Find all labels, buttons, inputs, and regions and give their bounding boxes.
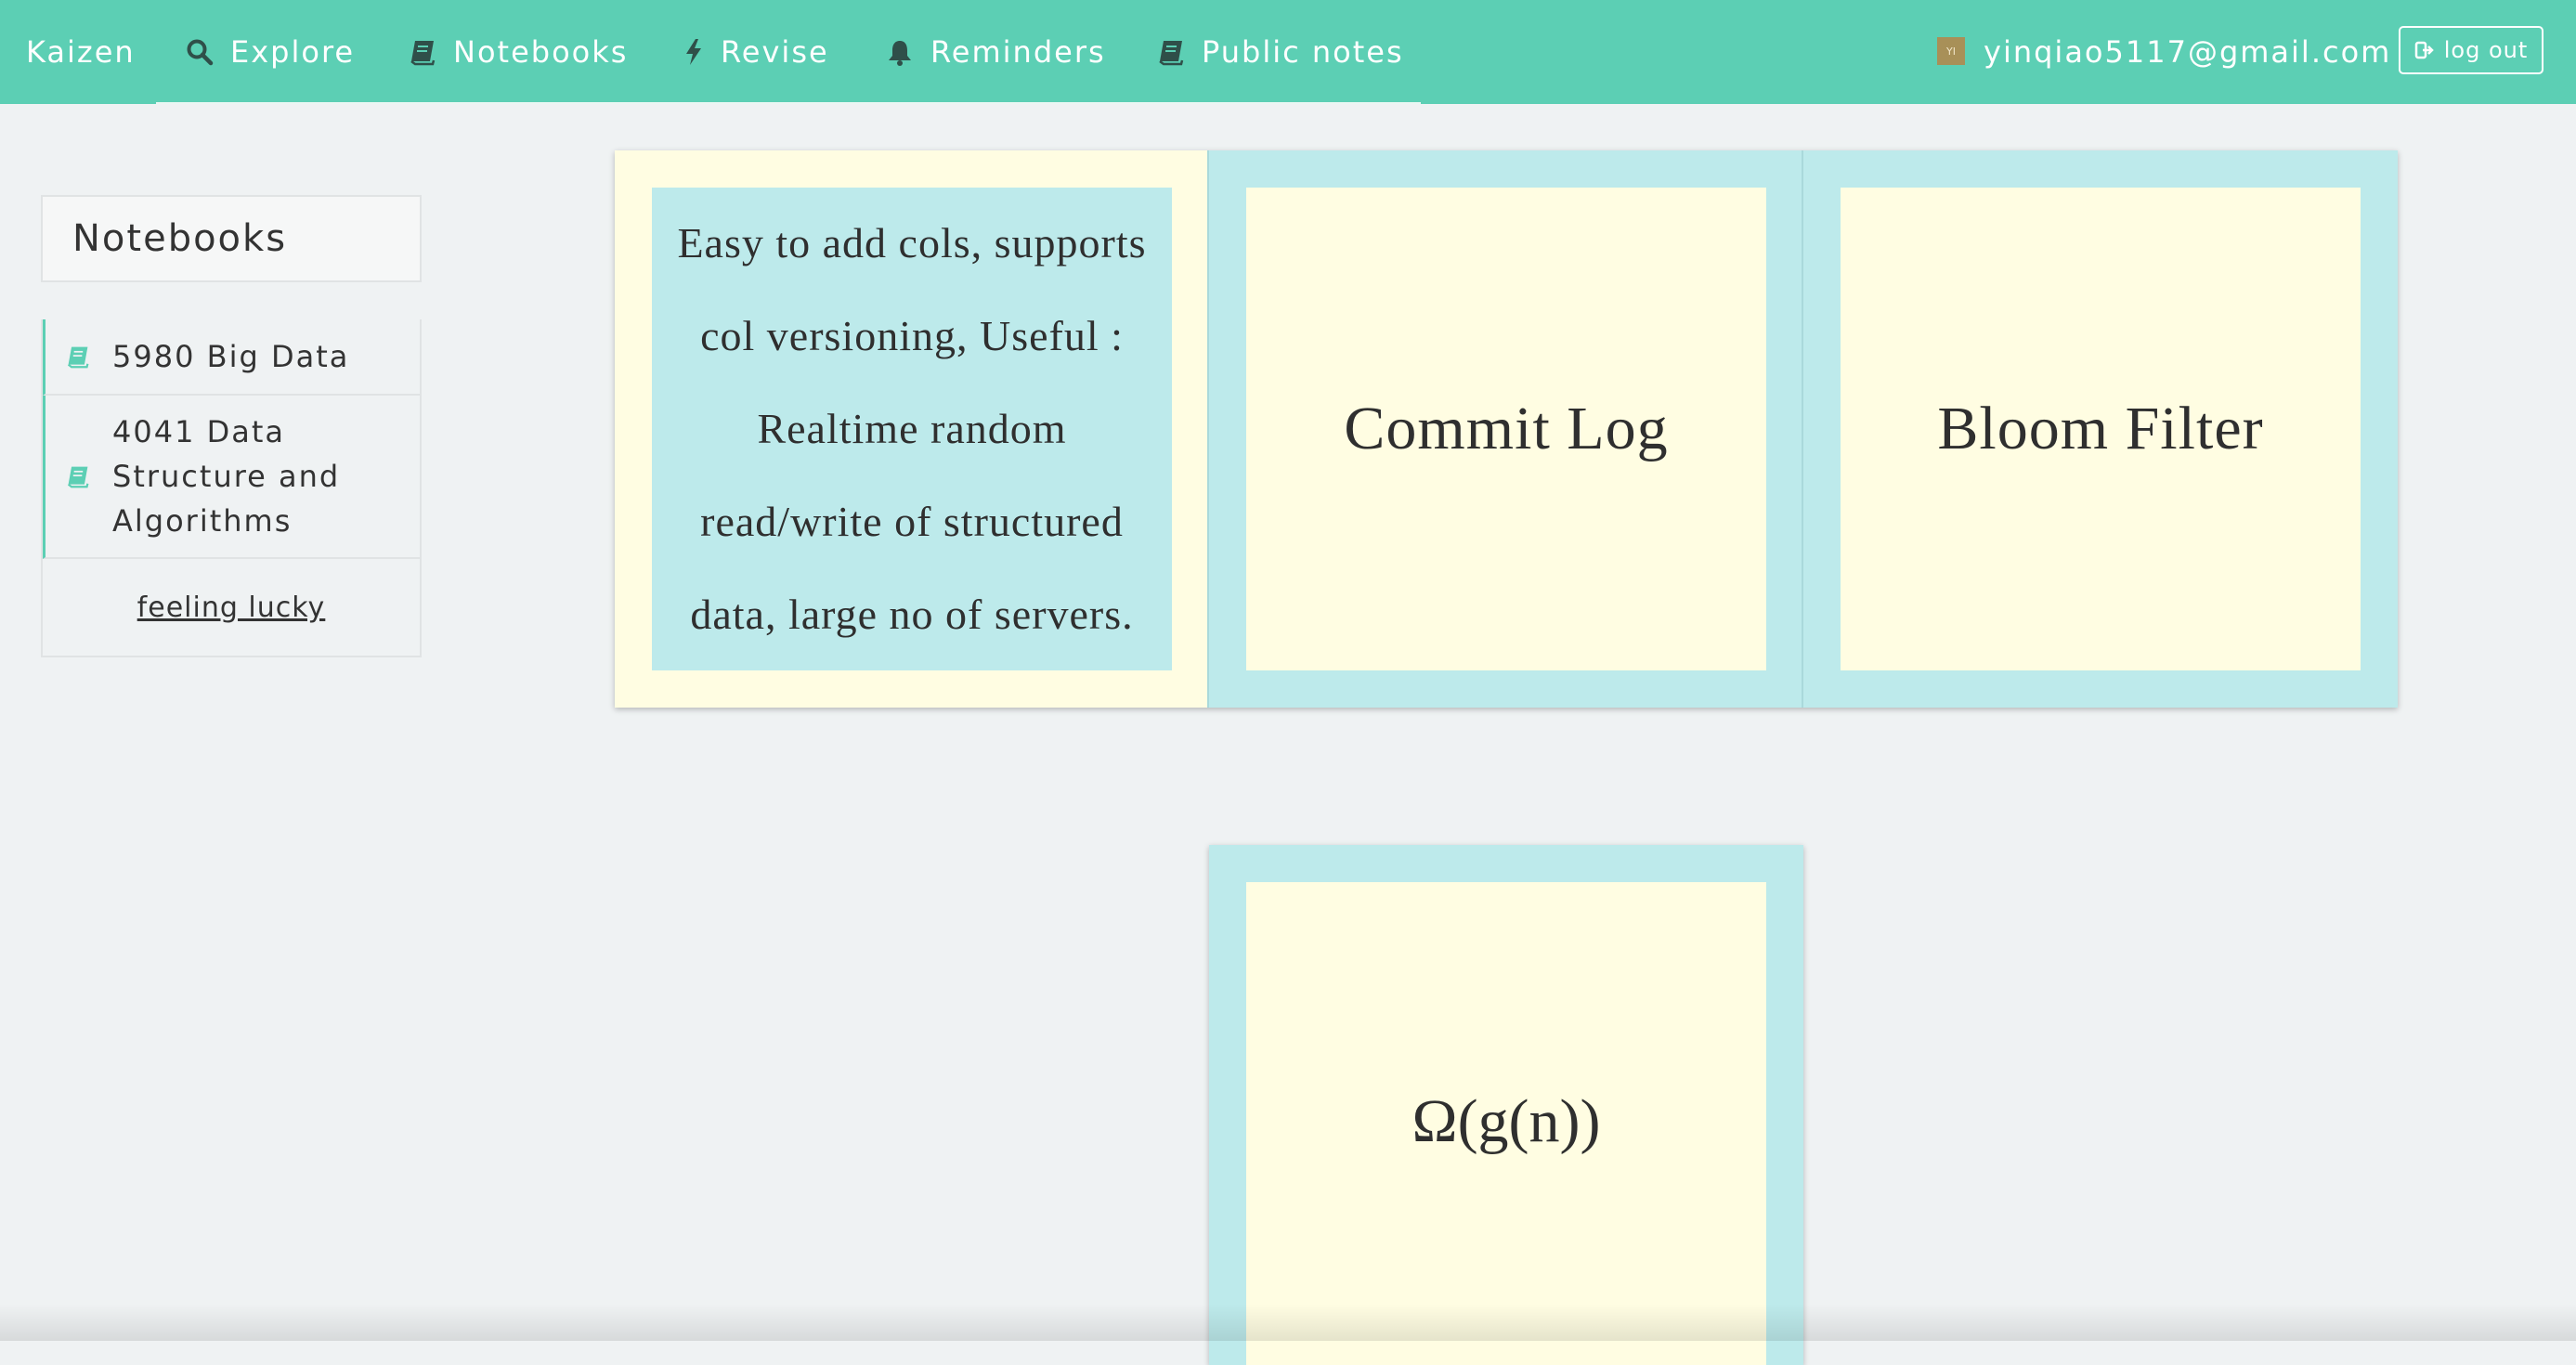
nav-notebooks-label: Notebooks xyxy=(453,34,629,70)
sidebar-item-5980-big-data[interactable]: 5980 Big Data xyxy=(43,319,420,396)
notebook-list: 5980 Big Data 4041 Data Structure and Al… xyxy=(41,319,422,657)
user-email[interactable]: yinqiao5117@gmail.com xyxy=(1984,0,2391,104)
notebook-icon xyxy=(66,464,90,488)
nav-reminders-label: Reminders xyxy=(930,34,1106,70)
lightning-icon xyxy=(683,38,704,66)
logout-button[interactable]: log out xyxy=(2399,26,2543,74)
sidebar-heading: Notebooks xyxy=(41,195,422,282)
flashcard-row: Easy to add cols, supports col versionin… xyxy=(615,150,2398,708)
logout-label: log out xyxy=(2443,37,2529,63)
nav-public-notes[interactable]: Public notes xyxy=(1157,0,1404,104)
sidebar-item-label: 5980 Big Data xyxy=(112,339,350,374)
label-line: Structure and xyxy=(112,459,341,494)
book-icon xyxy=(409,38,436,66)
top-navbar: Kaizen Explore Notebooks Revise Reminder… xyxy=(0,0,2576,104)
flashcard[interactable]: Bloom Filter xyxy=(1803,150,2398,708)
card-text-line: Easy to add cols, supports xyxy=(677,219,1147,266)
feeling-lucky-link[interactable]: feeling lucky xyxy=(43,559,420,656)
flashcard-title: Ω(g(n)) xyxy=(1246,882,1766,1365)
search-icon xyxy=(186,38,214,66)
label-line: Algorithms xyxy=(112,503,293,539)
bell-icon xyxy=(886,38,914,66)
nav-explore[interactable]: Explore xyxy=(186,0,355,104)
bottom-shadow xyxy=(0,1304,2576,1341)
nav-revise[interactable]: Revise xyxy=(683,0,829,104)
sidebar-item-label: 4041 Data Structure and Algorithms xyxy=(112,410,340,543)
card-text-line: read/write of structured xyxy=(700,498,1124,545)
flashcard[interactable]: Ω(g(n)) xyxy=(1209,845,1803,1365)
sidebar-item-4041-data-structure[interactable]: 4041 Data Structure and Algorithms xyxy=(43,396,420,559)
flashcard-title: Commit Log xyxy=(1246,188,1766,670)
avatar[interactable]: YI xyxy=(1937,37,1965,65)
flashcard-content: Easy to add cols, supports col versionin… xyxy=(652,188,1172,670)
nav-explore-label: Explore xyxy=(230,34,356,70)
nav-active-underline xyxy=(156,102,1421,104)
book-icon xyxy=(1157,38,1185,66)
nav-notebooks[interactable]: Notebooks xyxy=(409,0,628,104)
flashcard[interactable]: Easy to add cols, supports col versionin… xyxy=(615,150,1209,708)
brand-link[interactable]: Kaizen xyxy=(26,0,136,104)
card-text-line: Realtime random xyxy=(757,405,1067,452)
nav-reminders[interactable]: Reminders xyxy=(886,0,1106,104)
nav-revise-label: Revise xyxy=(721,34,829,70)
sign-out-icon xyxy=(2414,40,2435,60)
notebook-icon xyxy=(66,344,90,369)
card-text-line: data, large no of servers. xyxy=(690,591,1134,638)
flashcard[interactable]: Commit Log xyxy=(1209,150,1803,708)
flashcard-title: Bloom Filter xyxy=(1841,188,2361,670)
nav-public-notes-label: Public notes xyxy=(1202,34,1404,70)
label-line: 4041 Data xyxy=(112,414,286,449)
card-text-line: col versioning, Useful : xyxy=(700,312,1124,359)
